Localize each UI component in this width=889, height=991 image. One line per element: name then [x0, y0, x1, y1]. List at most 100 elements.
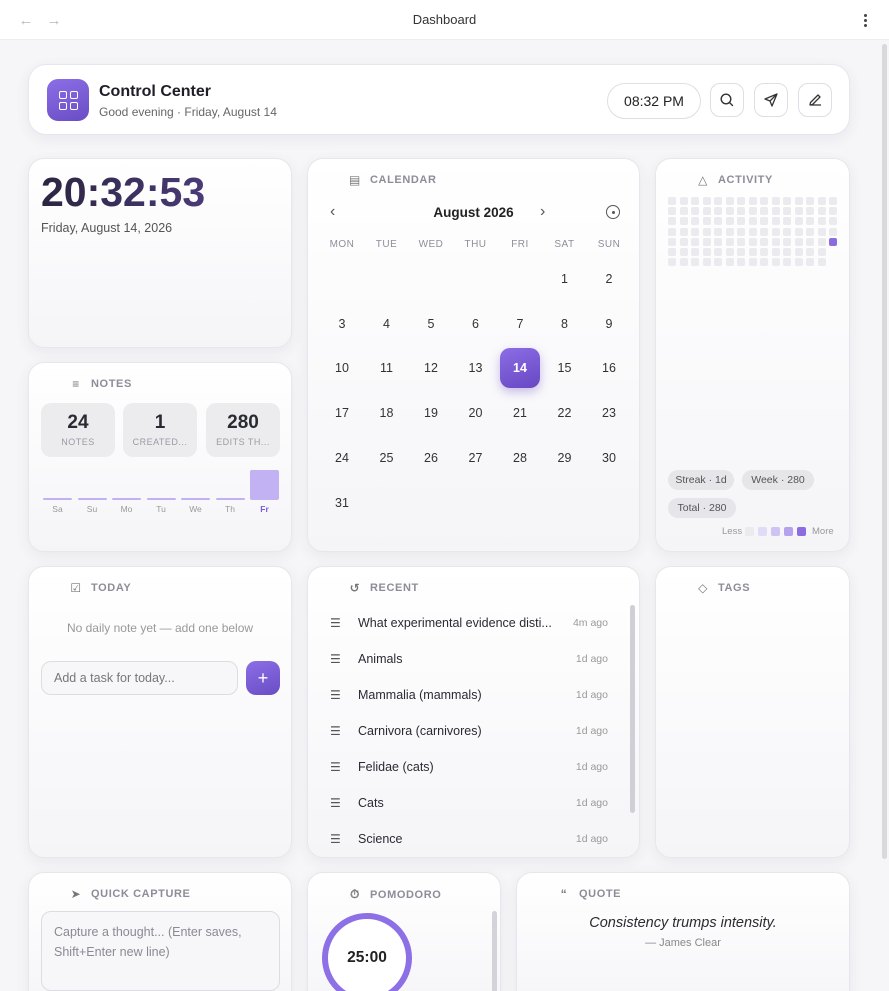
- heatmap-cell: [748, 248, 757, 256]
- heatmap-cell: [725, 227, 734, 236]
- grid-logo-icon: [47, 79, 89, 121]
- title-bar: ← → Dashboard: [0, 0, 889, 40]
- calendar-day[interactable]: 24: [322, 438, 362, 478]
- calendar-day[interactable]: 7: [500, 304, 540, 344]
- calendar-day[interactable]: 30: [589, 438, 629, 478]
- recent-item[interactable]: ☰ Mammalia (mammals) 1d ago: [330, 685, 608, 705]
- weekday-header: SAT: [554, 239, 575, 250]
- heatmap-cell: [771, 248, 780, 256]
- calendar-day[interactable]: 20: [456, 393, 496, 433]
- pomodoro-scrollbar[interactable]: [492, 911, 497, 991]
- calendar-day[interactable]: 27: [456, 438, 496, 478]
- add-task-button[interactable]: +: [246, 661, 280, 695]
- tag-icon: ◇: [698, 581, 708, 595]
- heatmap-cell: [691, 227, 699, 236]
- heatmap-cell: [771, 217, 780, 226]
- send-button[interactable]: [754, 83, 788, 117]
- heatmap-cell: [748, 207, 757, 216]
- heatmap-cell: [806, 207, 814, 216]
- time-pill[interactable]: 08:32 PM: [607, 83, 701, 119]
- recent-scrollbar[interactable]: [630, 605, 635, 813]
- tags-card: ◇ TAGS: [655, 566, 850, 858]
- stat-label: CREATED...: [132, 437, 188, 447]
- calendar-day-today[interactable]: 14: [500, 348, 540, 389]
- heatmap-cell: [691, 217, 699, 226]
- legend-swatch: [758, 527, 767, 536]
- header-card: Control Center Good evening · Friday, Au…: [28, 64, 850, 135]
- calendar-day[interactable]: 1: [545, 259, 585, 299]
- calendar-day[interactable]: 22: [545, 393, 585, 433]
- calendar-day[interactable]: 6: [456, 304, 496, 344]
- search-button[interactable]: [710, 83, 744, 117]
- calendar-day[interactable]: 25: [367, 438, 407, 478]
- calendar-day[interactable]: 4: [367, 304, 407, 344]
- tags-title: TAGS: [718, 582, 751, 594]
- calendar-day[interactable]: 21: [500, 393, 540, 433]
- calendar-day[interactable]: 11: [367, 348, 407, 388]
- calendar-day[interactable]: 28: [500, 438, 540, 478]
- heatmap-cell: [679, 207, 688, 216]
- recent-item-age: 4m ago: [572, 617, 608, 629]
- calendar-icon: ▤: [349, 173, 361, 187]
- today-target-icon[interactable]: [606, 205, 620, 219]
- calendar-day[interactable]: 17: [322, 393, 362, 433]
- recent-item-title: Animals: [358, 652, 403, 666]
- heatmap-cell: [806, 197, 814, 205]
- calendar-day[interactable]: 29: [545, 438, 585, 478]
- calendar-day[interactable]: 10: [322, 348, 362, 388]
- weekday-header: MON: [329, 239, 355, 250]
- recent-item-age: 1d ago: [575, 761, 608, 773]
- stat-label: NOTES: [61, 437, 95, 447]
- calendar-day[interactable]: 9: [589, 304, 629, 344]
- activity-card: △ ACTIVITY Streak · 1d Week · 280 Total ·…: [655, 158, 850, 552]
- notes-card: ≡ NOTES 24 NOTES 1 CREATED... 280 EDITS T…: [28, 362, 292, 552]
- task-input[interactable]: Add a task for today...: [41, 661, 238, 695]
- recent-item[interactable]: ☰ What experimental evidence disti... 4m a…: [330, 613, 608, 633]
- pomodoro-title: POMODORO: [370, 888, 442, 901]
- calendar-day[interactable]: 5: [411, 304, 451, 344]
- heatmap-cell: [771, 237, 780, 246]
- calendar-day[interactable]: 8: [545, 304, 585, 344]
- more-menu-icon[interactable]: [857, 10, 873, 30]
- heatmap-cell: [783, 258, 791, 267]
- heatmap-cell: [725, 248, 734, 256]
- activity-title: ACTIVITY: [718, 174, 773, 186]
- calendar-day[interactable]: 13: [456, 348, 496, 388]
- calendar-day[interactable]: 23: [589, 393, 629, 433]
- recent-item[interactable]: ☰ Felidae (cats) 1d ago: [330, 757, 608, 777]
- pomodoro-time[interactable]: 25:00: [322, 913, 412, 991]
- heatmap-cell: [748, 227, 757, 236]
- stat-value: 1: [154, 412, 166, 433]
- heatmap-cell: [783, 217, 791, 226]
- recent-item[interactable]: ☰ Animals 1d ago: [330, 649, 608, 669]
- document-icon: ☰: [330, 832, 341, 846]
- next-month-chevron-icon[interactable]: ›: [540, 203, 545, 221]
- recent-item-title: Carnivora (carnivores): [358, 724, 482, 738]
- calendar-day[interactable]: 12: [411, 348, 451, 388]
- edit-button[interactable]: [798, 83, 832, 117]
- recent-item[interactable]: ☰ Cats 1d ago: [330, 793, 608, 813]
- calendar-day[interactable]: 18: [367, 393, 407, 433]
- page-scrollbar[interactable]: [882, 44, 887, 859]
- legend-swatch: [797, 527, 806, 536]
- heatmap-cell: [702, 248, 711, 256]
- calendar-day[interactable]: 15: [545, 348, 585, 388]
- calendar-day[interactable]: 31: [322, 483, 362, 523]
- heatmap-cell: [794, 197, 803, 205]
- heatmap-cell: [760, 207, 768, 216]
- recent-item[interactable]: ☰ Science 1d ago: [330, 829, 608, 849]
- recent-item-title: Mammalia (mammals): [358, 688, 482, 702]
- heatmap-cell: [668, 237, 676, 246]
- calendar-day[interactable]: 16: [589, 348, 629, 388]
- calendar-day[interactable]: 3: [322, 304, 362, 344]
- capture-textarea[interactable]: Capture a thought... (Enter saves, Shift…: [41, 911, 280, 991]
- quote-icon: “: [560, 887, 568, 901]
- recent-item[interactable]: ☰ Carnivora (carnivores) 1d ago: [330, 721, 608, 741]
- calendar-day[interactable]: 19: [411, 393, 451, 433]
- heatmap-cell: [748, 217, 757, 226]
- heatmap-cell: [702, 258, 711, 267]
- calendar-day[interactable]: 26: [411, 438, 451, 478]
- calendar-day[interactable]: 2: [589, 259, 629, 299]
- heatmap-cell: [783, 197, 791, 205]
- stat-label: EDITS TH...: [216, 437, 270, 447]
